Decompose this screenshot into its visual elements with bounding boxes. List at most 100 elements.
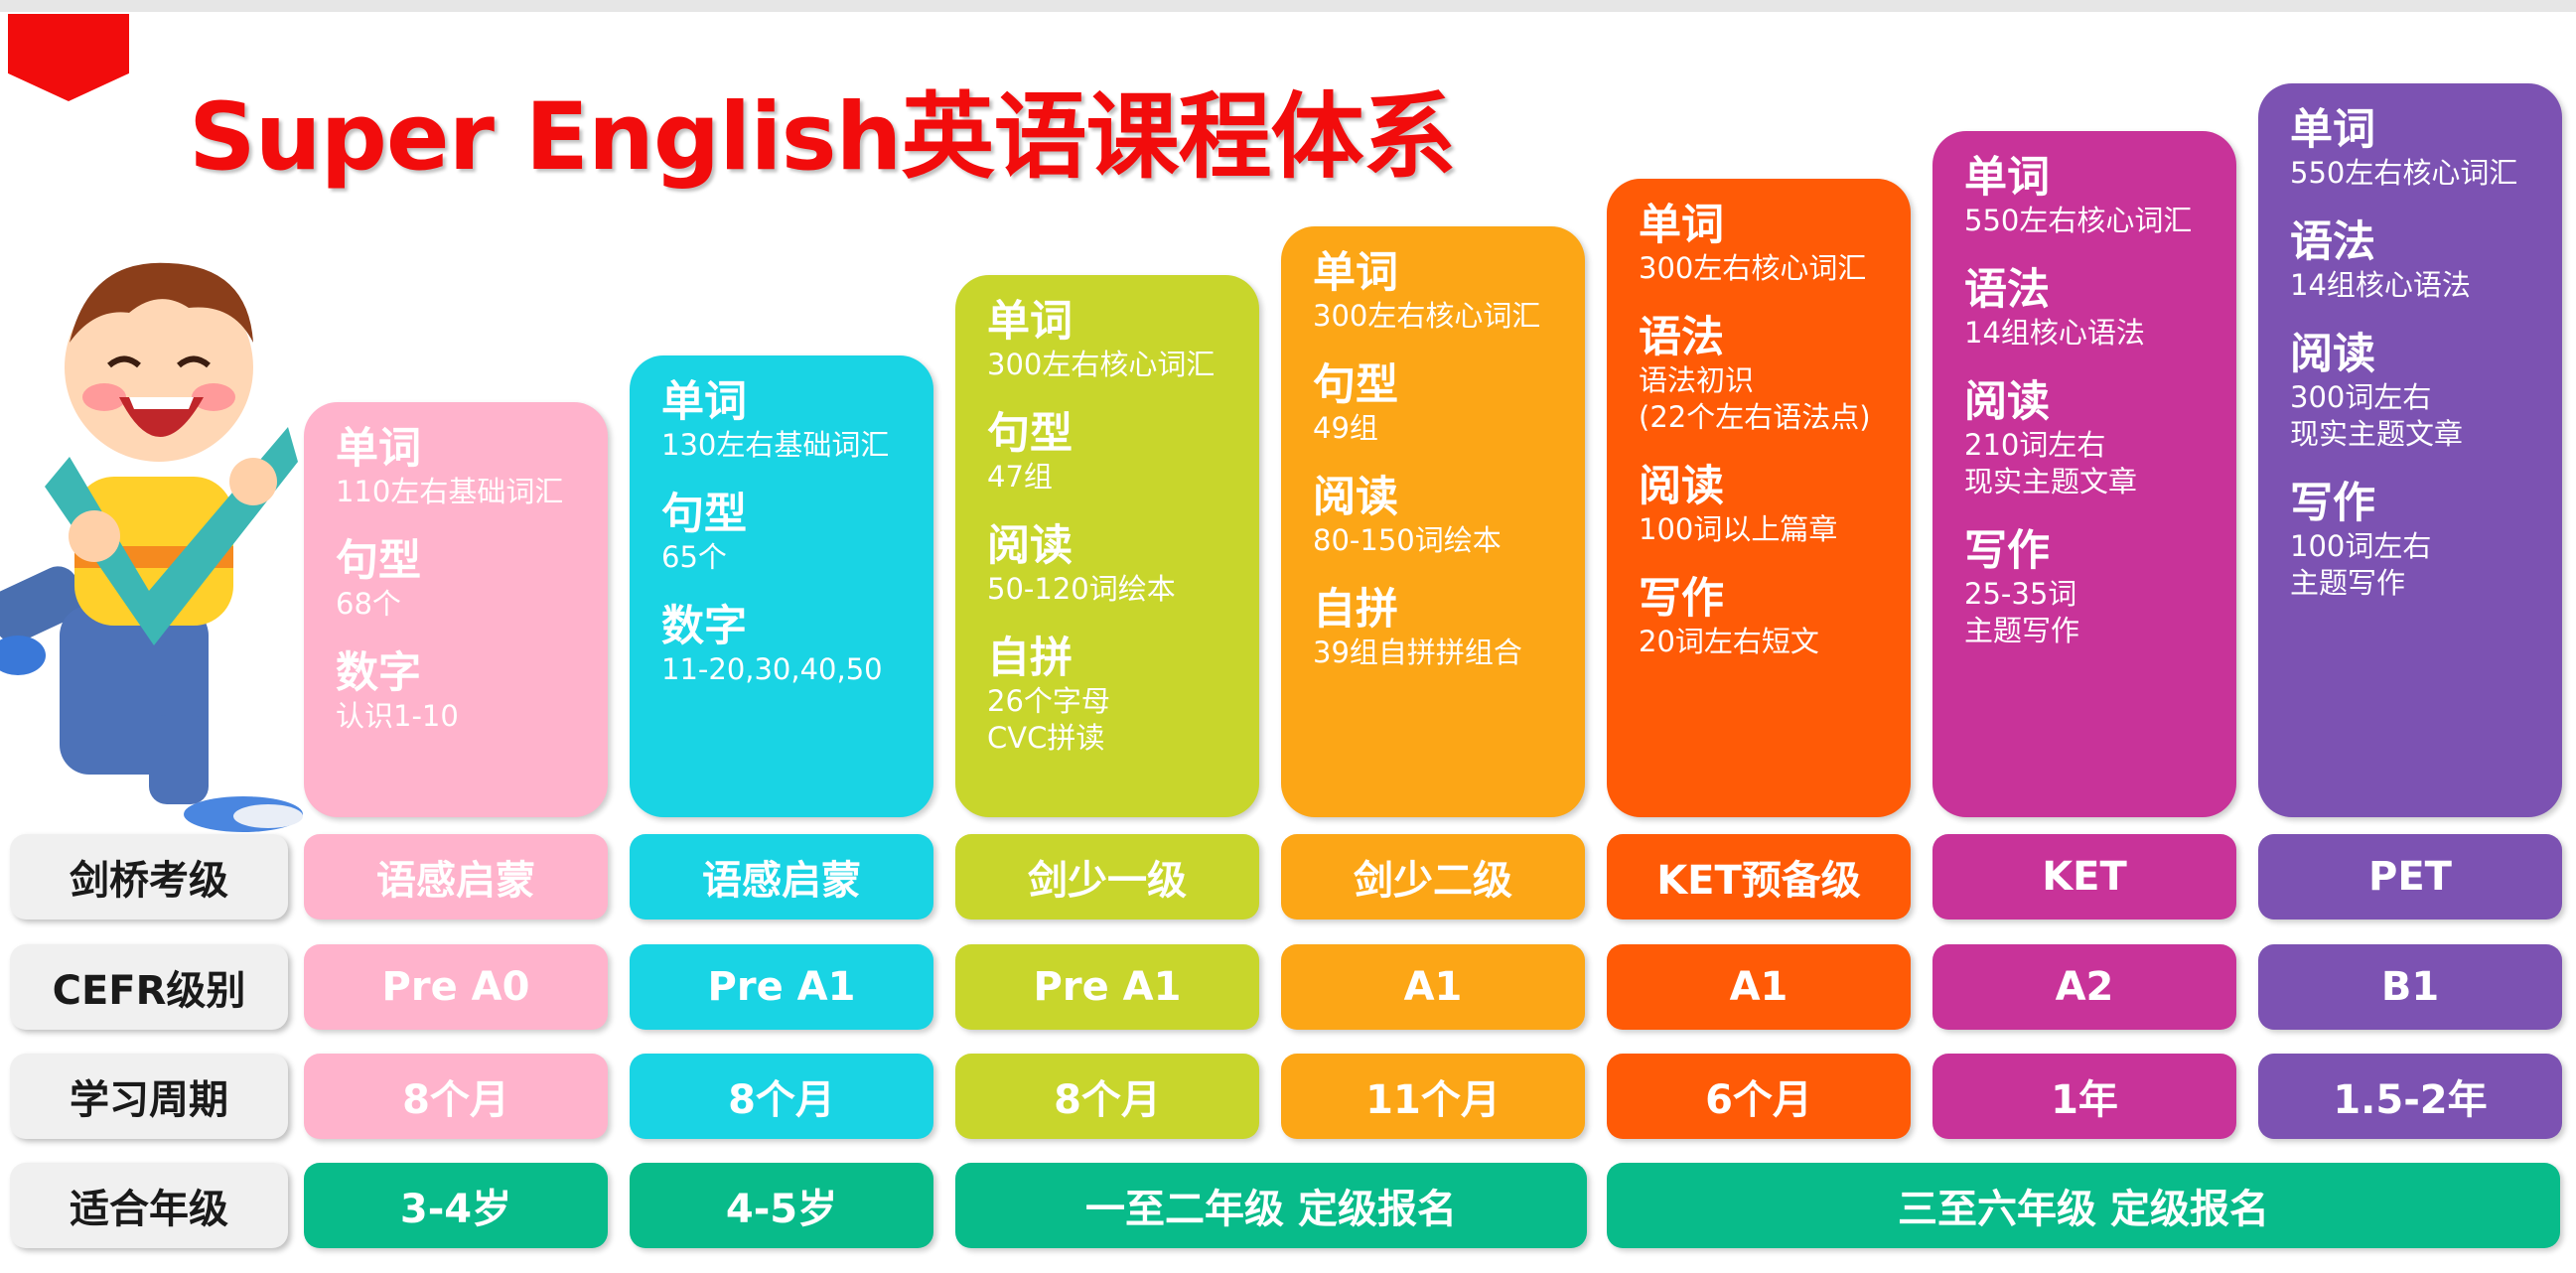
card-section: 语法 14组核心语法: [2290, 217, 2562, 304]
section-detail: 39组自拼拼组合: [1313, 636, 1522, 669]
cefr-level-cell-6: A2: [1932, 944, 2236, 1030]
boy-mascot-illustration: [0, 262, 303, 832]
section-detail: 65个: [661, 540, 727, 574]
section-detail: 130左右基础词汇: [661, 428, 890, 462]
section-heading: 阅读: [987, 521, 1073, 571]
section-detail: 110左右基础词汇: [336, 475, 564, 508]
age-cell-3: 一至二年级 定级报名: [955, 1163, 1587, 1248]
section-heading: 句型: [987, 409, 1073, 459]
page-title: Super English英语课程体系: [189, 83, 1456, 192]
study-period-cell-6: 1年: [1932, 1054, 2236, 1139]
exam-level-cell-2: 语感启蒙: [630, 834, 933, 919]
section-heading: 阅读: [2290, 330, 2375, 379]
card-section: 阅读 300词左右 现实主题文章: [2290, 330, 2562, 453]
section-heading: 写作: [1964, 526, 2050, 576]
card-section: 单词 550左右核心词汇: [1964, 153, 2236, 239]
exam-level-cell-6: KET: [1932, 834, 2236, 919]
section-heading: 写作: [2290, 479, 2375, 528]
section-heading: 单词: [661, 377, 747, 427]
section-heading: 语法: [1639, 313, 1724, 362]
card-section: 单词 130左右基础词汇: [661, 377, 933, 464]
section-detail: 49组: [1313, 411, 1378, 445]
section-heading: 阅读: [1639, 462, 1724, 511]
section-detail: 68个: [336, 587, 401, 621]
exam-level-cell-4: 剑少二级: [1281, 834, 1585, 919]
card-section: 自拼 26个字母 CVC拼读: [987, 634, 1259, 757]
study-period-cell-4: 11个月: [1281, 1054, 1585, 1139]
section-detail: 11-20,30,40,50: [661, 652, 883, 686]
cefr-level-cell-7: B1: [2258, 944, 2562, 1030]
section-heading: 阅读: [1964, 377, 2050, 427]
study-period-cell-5: 6个月: [1607, 1054, 1911, 1139]
row-label-cefr: CEFR级别: [10, 944, 288, 1030]
level-card-5: 单词 300左右核心词汇语法 语法初识 (22个左右语法点) 阅读 100词以上篇章写作 2…: [1607, 179, 1911, 817]
card-section: 写作 20词左右短文: [1639, 574, 1911, 660]
section-detail: 现实主题文章: [1964, 465, 2138, 498]
section-heading: 单词: [2290, 105, 2375, 155]
age-cell-4: 三至六年级 定级报名: [1607, 1163, 2560, 1248]
level-card-7: 单词 550左右核心词汇 语法 14组核心语法 阅读 300词左右 现实主题文章 写作 100词…: [2258, 83, 2562, 817]
study-period-cell-3: 8个月: [955, 1054, 1259, 1139]
section-heading: 语法: [2290, 217, 2375, 267]
corner-ribbon: [8, 14, 129, 101]
age-cell-2: 4-5岁: [630, 1163, 933, 1248]
section-heading: 句型: [1313, 360, 1398, 410]
section-detail: 主题写作: [2290, 566, 2406, 600]
section-heading: 数字: [661, 602, 747, 651]
section-detail: 100词以上篇章: [1639, 512, 1838, 546]
section-detail: 14组核心语法: [2290, 268, 2471, 302]
section-detail: 210词左右: [1964, 428, 2106, 462]
top-strip: [0, 0, 2576, 12]
cefr-level-cell-2: Pre A1: [630, 944, 933, 1030]
card-section: 单词 550左右核心词汇: [2290, 105, 2562, 192]
section-heading: 单词: [1313, 248, 1398, 298]
card-section: 句型 65个: [661, 490, 933, 576]
cefr-level-cell-3: Pre A1: [955, 944, 1259, 1030]
cefr-level-cell-5: A1: [1607, 944, 1911, 1030]
card-section: 阅读 80-150词绘本: [1313, 473, 1585, 559]
section-heading: 语法: [1964, 265, 2050, 315]
study-period-cell-2: 8个月: [630, 1054, 933, 1139]
section-detail: 主题写作: [1964, 614, 2080, 647]
row-label-cambridge-exam: 剑桥考级: [10, 834, 288, 919]
card-section: 阅读 210词左右 现实主题文章: [1964, 377, 2236, 500]
card-section: 单词 300左右核心词汇: [987, 297, 1259, 383]
section-detail: 300词左右: [2290, 380, 2432, 414]
exam-level-cell-3: 剑少一级: [955, 834, 1259, 919]
section-detail: 300左右核心词汇: [1639, 251, 1867, 285]
section-heading: 单词: [1639, 201, 1724, 250]
section-detail: 14组核心语法: [1964, 316, 2145, 350]
exam-level-cell-1: 语感启蒙: [304, 834, 608, 919]
level-card-1: 单词 110左右基础词汇 句型 68个 数字 认识1-10: [304, 402, 608, 817]
section-heading: 自拼: [1313, 585, 1398, 635]
section-heading: 阅读: [1313, 473, 1398, 522]
card-section: 单词 300左右核心词汇: [1313, 248, 1585, 335]
section-detail: 300左右核心词汇: [987, 348, 1216, 381]
card-section: 自拼 39组自拼拼组合: [1313, 585, 1585, 671]
section-heading: 数字: [336, 648, 421, 698]
card-section: 单词 110左右基础词汇: [336, 424, 608, 510]
section-heading: 句型: [661, 490, 747, 539]
card-section: 单词 300左右核心词汇: [1639, 201, 1911, 287]
card-section: 写作 25-35词 主题写作: [1964, 526, 2236, 649]
card-section: 写作 100词左右 主题写作: [2290, 479, 2562, 602]
card-section: 数字 认识1-10: [336, 648, 608, 735]
card-section: 数字 11-20,30,40,50: [661, 602, 933, 688]
cefr-level-cell-1: Pre A0: [304, 944, 608, 1030]
card-section: 阅读 50-120词绘本: [987, 521, 1259, 608]
study-period-cell-7: 1.5-2年: [2258, 1054, 2562, 1139]
section-detail: 47组: [987, 460, 1053, 494]
exam-level-cell-5: KET预备级: [1607, 834, 1911, 919]
level-card-3: 单词 300左右核心词汇句型 47组阅读 50-120词绘本自拼 26个字母 CVC拼读: [955, 275, 1259, 817]
section-detail: 认识1-10: [336, 699, 459, 733]
row-label-study-period: 学习周期: [10, 1054, 288, 1139]
section-detail: 80-150词绘本: [1313, 523, 1502, 557]
study-period-cell-1: 8个月: [304, 1054, 608, 1139]
section-detail: 50-120词绘本: [987, 572, 1176, 606]
card-section: 句型 49组: [1313, 360, 1585, 447]
section-heading: 单词: [1964, 153, 2050, 203]
cefr-level-cell-4: A1: [1281, 944, 1585, 1030]
card-section: 语法 语法初识 (22个左右语法点): [1639, 313, 1911, 436]
section-detail: 26个字母: [987, 684, 1110, 718]
level-card-6: 单词 550左右核心词汇 语法 14组核心语法 阅读 210词左右 现实主题文章 写作 25-3…: [1932, 131, 2236, 817]
